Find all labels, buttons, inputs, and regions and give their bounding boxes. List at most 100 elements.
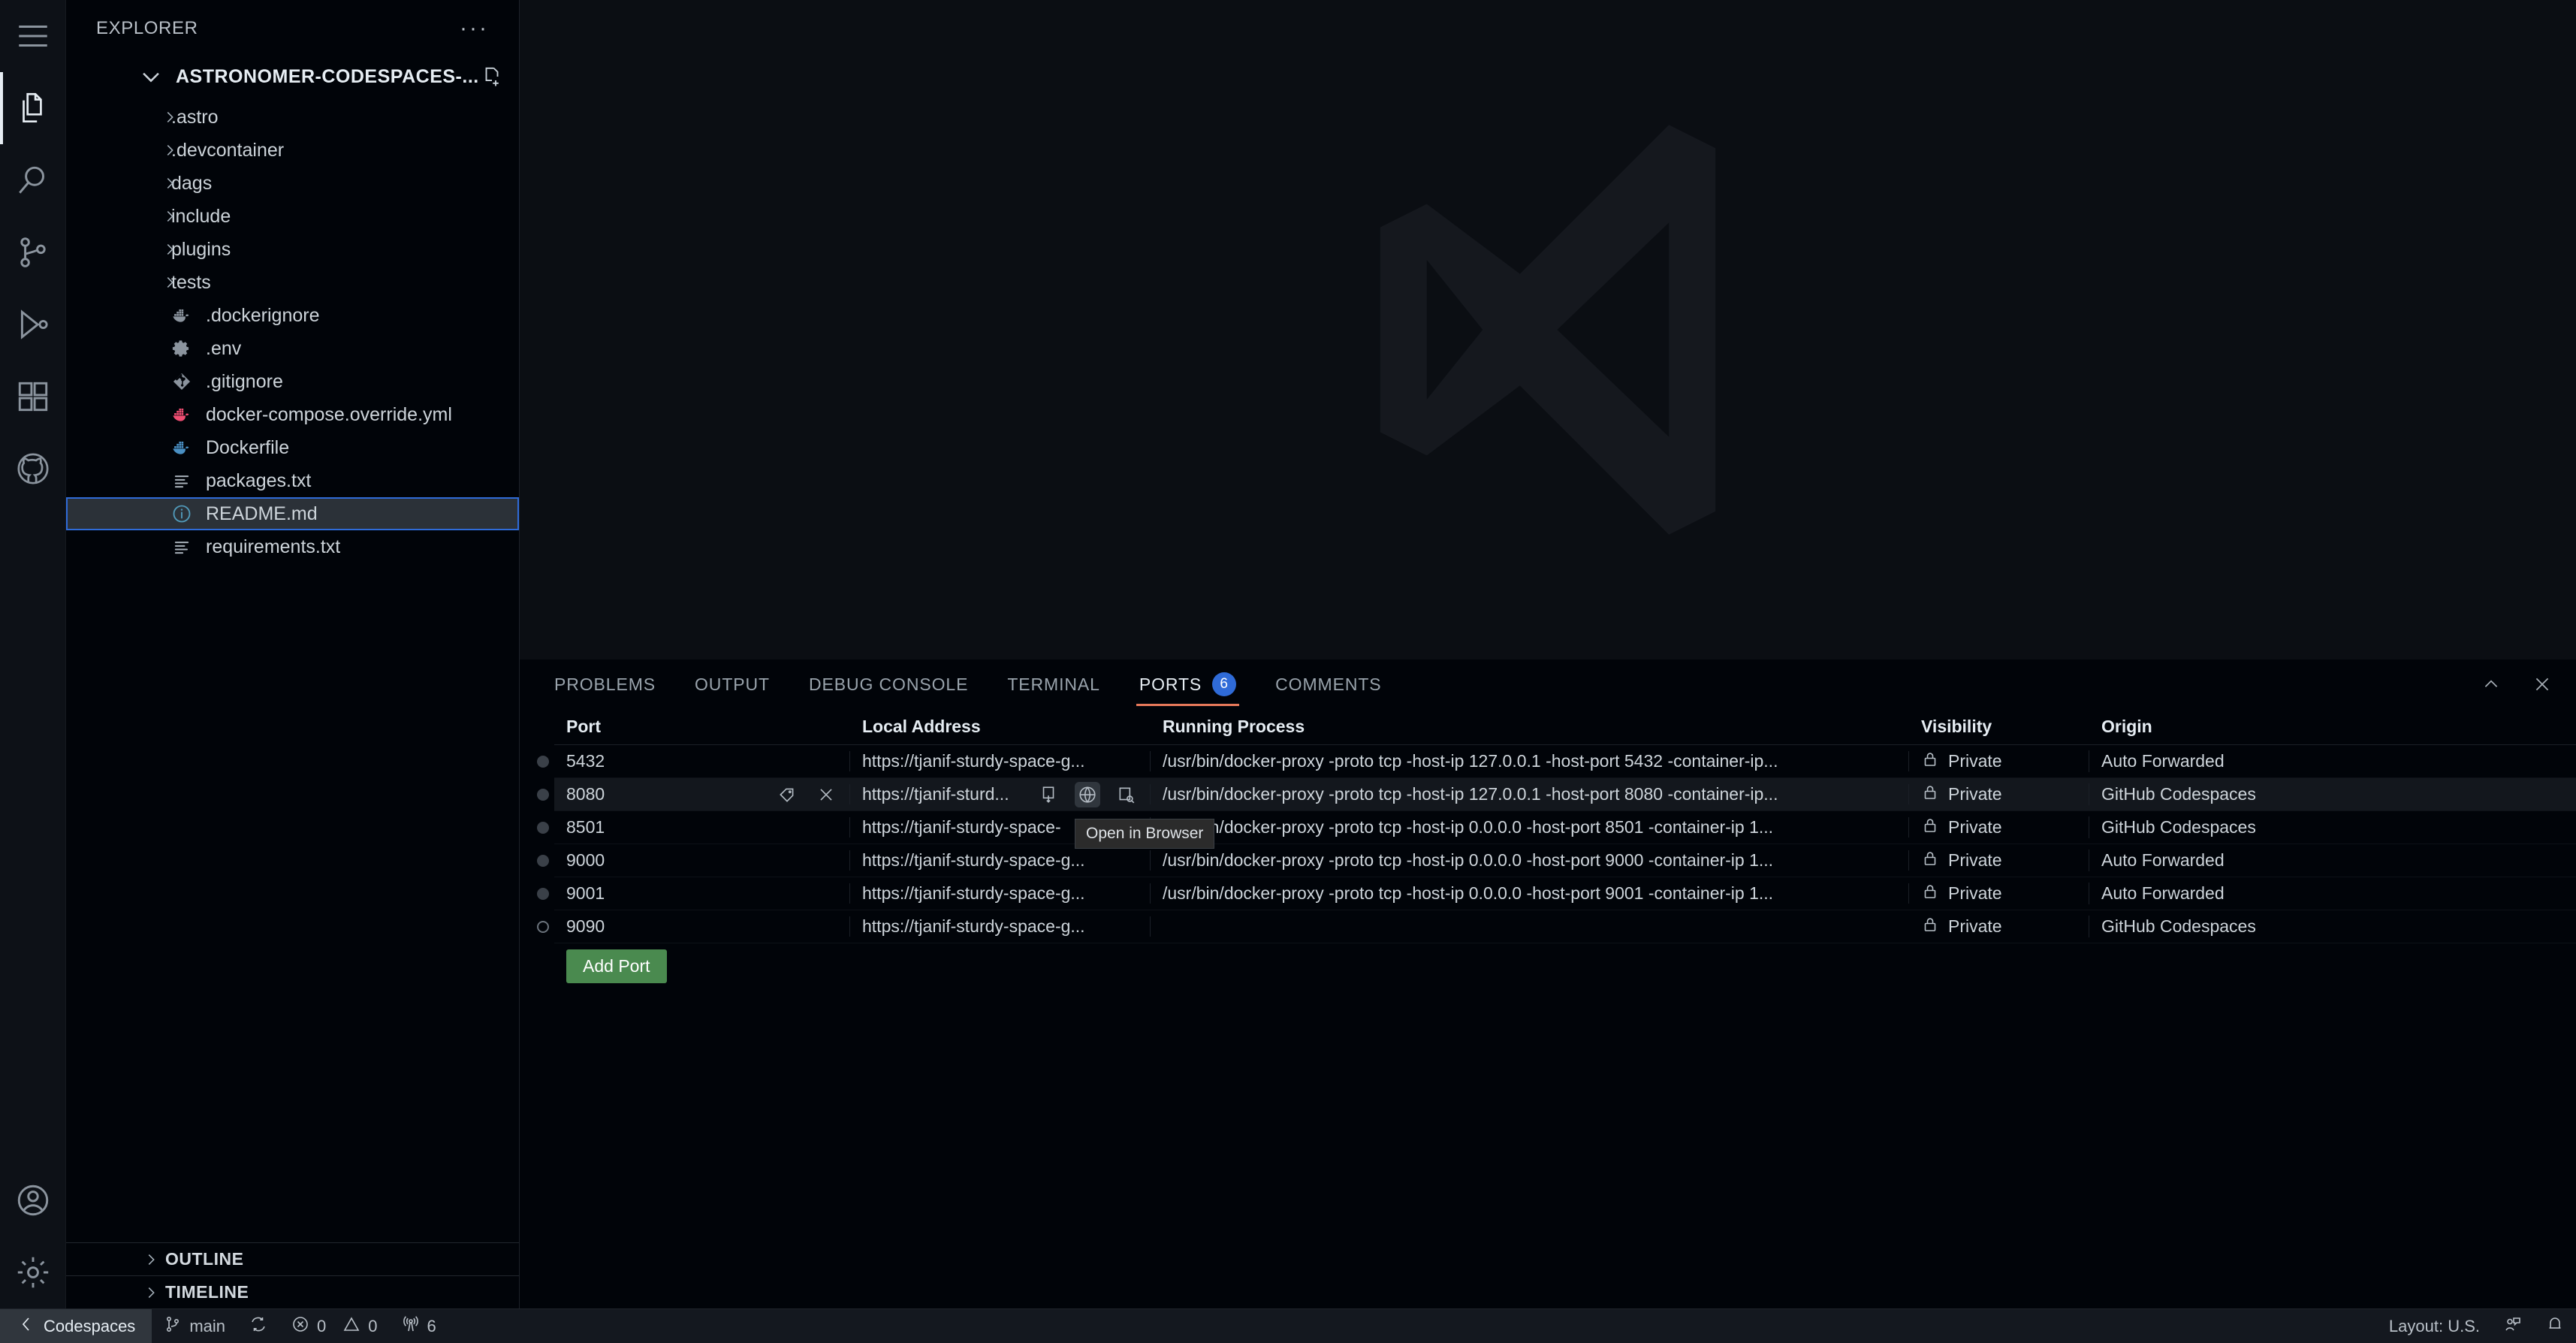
cell-port[interactable]: 9000 <box>554 850 850 871</box>
chevron-right-icon[interactable] <box>159 272 180 293</box>
cell-local-address[interactable]: https://tjanif-sturdy-space-g... <box>850 916 1151 937</box>
accounts-icon[interactable] <box>0 1164 66 1236</box>
tree-item-include[interactable]: include <box>66 200 519 233</box>
menu-icon[interactable] <box>0 0 66 72</box>
ports-table-row[interactable]: 9001https://tjanif-sturdy-space-g... /usr… <box>554 877 2576 910</box>
local-address-link[interactable]: https://tjanif-sturdy-space-g... <box>850 916 1085 937</box>
column-header-local-address[interactable]: Local Address <box>850 717 1151 737</box>
column-header-visibility[interactable]: Visibility <box>1909 717 2089 737</box>
tree-item-dockerignore[interactable]: .dockerignore <box>66 299 519 332</box>
status-feedback[interactable] <box>2492 1309 2534 1343</box>
sidebar-section-timeline[interactable]: TIMELINE <box>66 1275 519 1308</box>
cell-visibility[interactable]: Private <box>1909 816 2089 838</box>
copy-icon[interactable] <box>1036 782 1061 807</box>
explorer-icon[interactable] <box>0 72 66 144</box>
tree-item-label: .devcontainer <box>171 140 284 161</box>
cell-port[interactable]: 8501 <box>554 817 850 837</box>
label-icon[interactable] <box>774 782 800 807</box>
ports-table-row[interactable]: 8501https://tjanif-sturdy-space-/usr/bin… <box>554 811 2576 844</box>
chevron-right-icon[interactable] <box>159 107 180 128</box>
folder-header[interactable]: ASTRONOMER-CODESPACES-... <box>66 57 519 96</box>
cell-port[interactable]: 5432 <box>554 751 850 771</box>
local-address-link[interactable]: https://tjanif-sturd... <box>850 784 1009 804</box>
ports-table-row[interactable]: 9090https://tjanif-sturdy-space-g... Priv… <box>554 910 2576 943</box>
sidebar-more-actions[interactable]: ··· <box>460 25 489 32</box>
ports-table-row[interactable]: 8080https://tjanif-sturd.../usr/bin/dock… <box>554 778 2576 811</box>
status-notifications[interactable] <box>2534 1309 2576 1343</box>
preview-icon[interactable] <box>1114 782 1139 807</box>
local-address-link[interactable]: https://tjanif-sturdy-space-g... <box>850 883 1085 904</box>
close-icon[interactable] <box>813 782 839 807</box>
run-debug-icon[interactable] <box>0 288 66 361</box>
local-address-link[interactable]: https://tjanif-sturdy-space-g... <box>850 751 1085 771</box>
tab-debug-console[interactable]: DEBUG CONSOLE <box>789 659 988 709</box>
status-problems[interactable]: 0 0 <box>279 1309 390 1343</box>
search-icon[interactable] <box>0 144 66 216</box>
status-remote-codespaces[interactable]: Codespaces <box>0 1309 152 1343</box>
tree-item-env[interactable]: .env <box>66 332 519 365</box>
sidebar: EXPLORER ··· ASTRONOMER-CODESPACES-... <box>66 0 520 1308</box>
feedback-icon <box>2504 1315 2522 1338</box>
cell-port[interactable]: 9090 <box>554 916 850 937</box>
sidebar-section-label: TIMELINE <box>165 1282 249 1302</box>
tree-item-devcontainer[interactable]: .devcontainer <box>66 134 519 167</box>
column-header-port[interactable]: Port <box>554 717 850 737</box>
cell-local-address[interactable]: https://tjanif-sturd... <box>850 784 1151 804</box>
cell-visibility[interactable]: Private <box>1909 916 2089 937</box>
cell-local-address[interactable]: https://tjanif-sturdy-space-g... <box>850 751 1151 771</box>
status-sync[interactable] <box>237 1309 279 1343</box>
cell-visibility[interactable]: Private <box>1909 750 2089 772</box>
tree-item-requirements-txt[interactable]: requirements.txt <box>66 530 519 563</box>
new-file-icon[interactable] <box>479 64 505 89</box>
chevron-right-icon[interactable] <box>141 1250 161 1269</box>
tab-output[interactable]: OUTPUT <box>675 659 789 709</box>
cell-port[interactable]: 9001 <box>554 883 850 904</box>
tab-ports[interactable]: PORTS6 <box>1120 659 1256 709</box>
tab-terminal[interactable]: TERMINAL <box>988 659 1120 709</box>
ports-table-row[interactable]: 5432https://tjanif-sturdy-space-g.../usr… <box>554 745 2576 778</box>
tree-item-docker-compose-override-yml[interactable]: docker-compose.override.yml <box>66 398 519 431</box>
add-port-button[interactable]: Add Port <box>566 949 667 983</box>
tree-item-plugins[interactable]: plugins <box>66 233 519 266</box>
status-branch[interactable]: main <box>152 1309 237 1343</box>
tree-item-gitignore[interactable]: .gitignore <box>66 365 519 398</box>
cell-visibility[interactable]: Private <box>1909 883 2089 904</box>
column-header-running-process[interactable]: Running Process <box>1151 717 1909 737</box>
cell-local-address[interactable]: https://tjanif-sturdy-space-g... <box>850 883 1151 904</box>
tree-item-tests[interactable]: tests <box>66 266 519 299</box>
globe-icon[interactable] <box>1075 782 1100 807</box>
ports-table-row[interactable]: 9000https://tjanif-sturdy-space-g.../usr… <box>554 844 2576 877</box>
settings-gear-icon[interactable] <box>0 1236 66 1308</box>
chevron-right-icon[interactable] <box>159 140 180 161</box>
maximize-panel-icon[interactable] <box>2478 672 2504 697</box>
chevron-right-icon[interactable] <box>159 206 180 227</box>
chevron-down-icon[interactable] <box>138 64 164 89</box>
extensions-icon[interactable] <box>0 361 66 433</box>
column-header-origin[interactable]: Origin <box>2089 717 2576 737</box>
tree-item-dockerfile[interactable]: Dockerfile <box>66 431 519 464</box>
running-process-text: /usr/bin/docker-proxy -proto tcp -host-i… <box>1151 883 1773 904</box>
tab-problems[interactable]: PROBLEMS <box>535 659 675 709</box>
github-icon[interactable] <box>0 433 66 505</box>
tree-item-astro[interactable]: .astro <box>66 101 519 134</box>
add-port-row: Add Port <box>554 943 2576 988</box>
local-address-link[interactable]: https://tjanif-sturdy-space- <box>850 817 1061 837</box>
tree-item-readme-md[interactable]: README.md <box>66 497 519 530</box>
close-panel-icon[interactable] <box>2529 672 2555 697</box>
source-control-icon[interactable] <box>0 216 66 288</box>
cell-local-address[interactable]: https://tjanif-sturdy-space-g... <box>850 850 1151 871</box>
local-address-link[interactable]: https://tjanif-sturdy-space-g... <box>850 850 1085 871</box>
tree-item-packages-txt[interactable]: packages.txt <box>66 464 519 497</box>
docker-whale-icon <box>167 402 197 427</box>
chevron-right-icon[interactable] <box>159 239 180 260</box>
status-keyboard-layout[interactable]: Layout: U.S. <box>2377 1309 2492 1343</box>
cell-visibility[interactable]: Private <box>1909 783 2089 805</box>
cell-visibility[interactable]: Private <box>1909 850 2089 871</box>
sidebar-section-outline[interactable]: OUTLINE <box>66 1242 519 1275</box>
tab-comments[interactable]: COMMENTS <box>1256 659 1401 709</box>
tree-item-dags[interactable]: dags <box>66 167 519 200</box>
chevron-right-icon[interactable] <box>141 1283 161 1302</box>
chevron-right-icon[interactable] <box>159 173 180 194</box>
status-forwarded-ports[interactable]: 6 <box>390 1309 448 1343</box>
cell-port[interactable]: 8080 <box>554 784 850 804</box>
